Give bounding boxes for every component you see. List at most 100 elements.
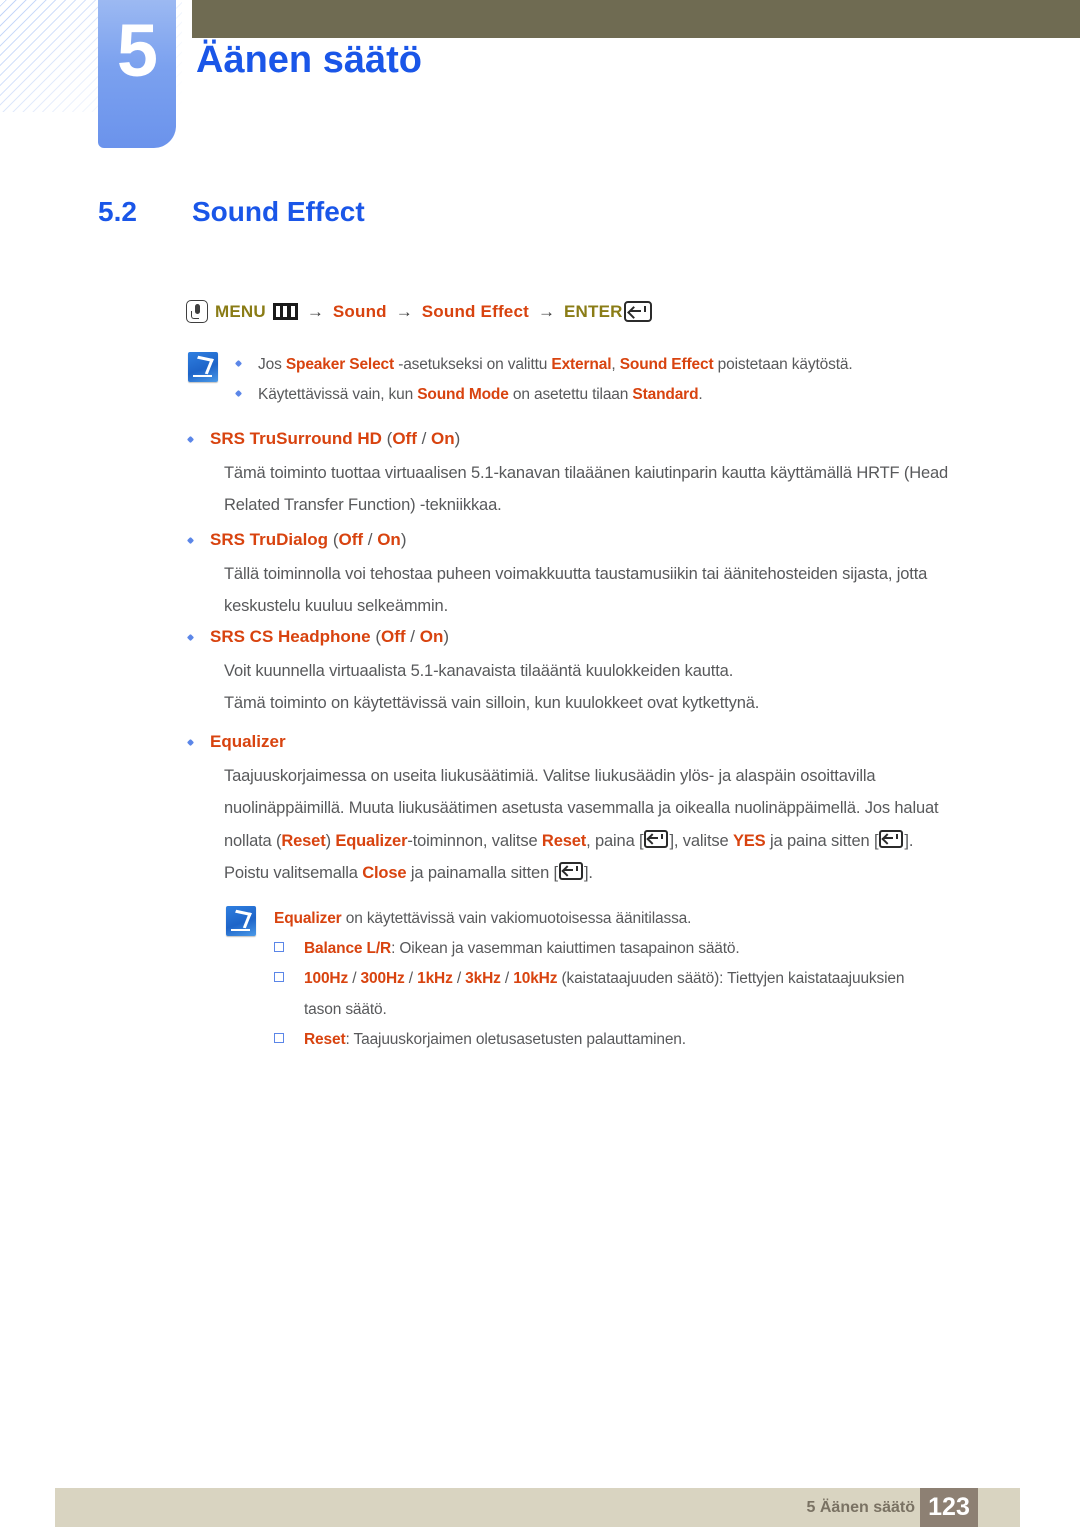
menu-path-enter-label: ENTER <box>563 301 623 321</box>
feature-heading: SRS TruDialog (Off / On) <box>210 529 406 550</box>
eq-text-h: Poistu valitsemalla <box>224 863 363 882</box>
hl-300hz: 300Hz <box>360 970 405 988</box>
eq-text-f: ja paina sitten [ <box>765 831 879 850</box>
enter-key-icon <box>644 829 669 848</box>
menu-path-item-sound: Sound <box>332 301 387 321</box>
feature-heading: SRS TruSurround HD (Off / On) <box>210 428 460 449</box>
note-item-text: Jos Speaker Select -asetukseksi on valit… <box>258 356 853 373</box>
feature-heading-row: SRS TruDialog (Off / On) <box>186 529 1028 550</box>
feature-title: SRS TruSurround HD <box>210 429 382 448</box>
touch-hand-icon <box>186 300 208 323</box>
feature-options: (Off / On) <box>386 429 461 448</box>
feature-description: Voit kuunnella virtuaalista 5.1-kanavais… <box>224 655 1028 719</box>
description-line: Tällä toiminnolla voi tehostaa puheen vo… <box>224 565 928 584</box>
eq-text-a: nollata ( <box>224 831 282 850</box>
menu-path-item-sound-effect: Sound Effect <box>421 301 529 321</box>
bullet-dot <box>234 390 243 398</box>
note-sub-item-text: Reset: Taajuuskorjaimen oletusasetusten … <box>304 1030 686 1048</box>
feature-description: Tällä toiminnolla voi tehostaa puheen vo… <box>224 558 1028 622</box>
hl-balance-lr: Balance L/R <box>304 940 392 958</box>
note-box-bottom: Equalizer on käytettävissä vain vakiomuo… <box>226 904 1036 1055</box>
hl-reset: Reset <box>304 1030 346 1048</box>
feature-heading-row: SRS TruSurround HD (Off / On) <box>186 428 1028 449</box>
hl-1khz: 1kHz <box>417 970 453 988</box>
note-intro-text: Equalizer on käytettävissä vain vakiomuo… <box>274 910 692 927</box>
eq-text-g: ]. <box>904 831 914 850</box>
menu-path-arrow-2: → <box>395 301 413 321</box>
note-sub-item-text: Balance L/R: Oikean ja vasemman kaiuttim… <box>304 940 740 958</box>
hl-sound-mode: Sound Mode <box>417 386 509 404</box>
section-title: Sound Effect <box>192 196 365 227</box>
hl-external: External <box>551 356 612 373</box>
note-sub-item: Reset: Taajuuskorjaimen oletusasetusten … <box>274 1025 904 1055</box>
description-line: Taajuuskorjaimessa on useita liukusäätim… <box>224 767 876 786</box>
menu-grid-icon <box>272 303 298 320</box>
note-box-top-body: Jos Speaker Select -asetukseksi on valit… <box>234 350 853 410</box>
enter-key-icon <box>558 861 583 880</box>
enter-key-icon <box>879 829 904 848</box>
section-number: 5.2 <box>98 196 137 227</box>
hl-3khz: 3kHz <box>465 970 501 988</box>
header-olive-bar <box>192 0 1080 38</box>
feature-srs-trusurround: SRS TruSurround HD (Off / On) Tämä toimi… <box>186 428 1028 522</box>
menu-path: MENU → Sound → Sound Effect → ENTER <box>186 300 652 323</box>
chapter-number: 5 <box>116 9 158 92</box>
menu-path-menu-label: MENU <box>215 301 266 321</box>
hl-yes: YES <box>732 831 766 850</box>
eq-text-d: , paina [ <box>586 831 644 850</box>
hl-equalizer: Equalizer <box>274 910 342 927</box>
hl-reset-1: Reset <box>281 831 326 850</box>
feature-title: SRS CS Headphone <box>210 627 371 646</box>
description-line: Related Transfer Function) -tekniikkaa. <box>224 496 502 515</box>
hl-standard: Standard <box>632 386 699 404</box>
note-box-top: Jos Speaker Select -asetukseksi on valit… <box>188 350 1028 410</box>
note-box-bottom-body: Equalizer on käytettävissä vain vakiomuo… <box>274 904 905 1055</box>
feature-srs-cs-headphone: SRS CS Headphone (Off / On) Voit kuunnel… <box>186 626 1028 720</box>
eq-text-j: ]. <box>583 863 593 882</box>
hl-10khz: 10kHz <box>513 970 558 988</box>
description-line-with-keys: Poistu valitsemalla Close ja painamalla … <box>224 857 1038 889</box>
page-footer: 5 Äänen säätö 123 <box>55 1488 1020 1527</box>
enter-key-icon <box>623 301 652 322</box>
bullet-square <box>274 942 284 953</box>
feature-heading: Equalizer <box>210 731 286 752</box>
note-item-text: Käytettävissä vain, kun Sound Mode on as… <box>258 386 703 404</box>
hl-100hz: 100Hz <box>304 970 349 988</box>
feature-equalizer: Equalizer Taajuuskorjaimessa on useita l… <box>186 731 1038 889</box>
footer-chapter-label: 5 Äänen säätö <box>806 1499 915 1516</box>
feature-description: Tämä toiminto tuottaa virtuaalisen 5.1-k… <box>224 457 1028 521</box>
bullet-dot <box>186 633 195 642</box>
bullet-dot <box>186 536 195 545</box>
hl-sound-effect: Sound Effect <box>619 356 714 373</box>
feature-srs-trudialog: SRS TruDialog (Off / On) Tällä toiminnol… <box>186 529 1028 623</box>
note-pencil-icon <box>226 906 256 936</box>
note-sub-item: Balance L/R: Oikean ja vasemman kaiuttim… <box>274 934 904 964</box>
feature-heading-row: SRS CS Headphone (Off / On) <box>186 626 1028 647</box>
description-line: Voit kuunnella virtuaalista 5.1-kanavais… <box>224 662 734 681</box>
feature-description: Taajuuskorjaimessa on useita liukusäätim… <box>224 760 1038 889</box>
hl-reset-2: Reset <box>541 831 587 850</box>
menu-path-arrow-1: → <box>306 301 324 321</box>
menu-path-arrow-3: → <box>537 301 555 321</box>
note-pencil-icon <box>188 352 218 382</box>
chapter-tab: 5 <box>98 0 176 148</box>
bullet-square <box>274 1032 284 1043</box>
chapter-title: Äänen säätö <box>196 39 422 81</box>
description-line: Tämä toiminto tuottaa virtuaalisen 5.1-k… <box>224 464 949 483</box>
section-heading: 5.2 Sound Effect <box>98 196 1080 228</box>
description-line: nuolinäppäimillä. Muuta liukusäätimen as… <box>224 799 939 818</box>
note-item: Jos Speaker Select -asetukseksi on valit… <box>234 350 853 380</box>
page-content: 5.2 Sound Effect MENU → Sound → Sound Ef… <box>0 196 1080 1048</box>
description-line-with-keys: nollata (Reset) Equalizer-toiminnon, val… <box>224 825 1038 857</box>
footer-page-number: 123 <box>920 1488 978 1527</box>
note-sub-item-text: 100Hz / 300Hz / 1kHz / 3kHz / 10kHz (kai… <box>304 970 905 1018</box>
eq-text-i: ja painamalla sitten [ <box>406 863 558 882</box>
bullet-square <box>274 972 284 983</box>
feature-title: SRS TruDialog <box>210 530 329 549</box>
description-line: keskustelu kuuluu selkeämmin. <box>224 597 449 616</box>
hl-close: Close <box>362 863 407 882</box>
feature-options: (Off / On) <box>332 530 407 549</box>
feature-heading: SRS CS Headphone (Off / On) <box>210 626 449 647</box>
page-header: 5 Äänen säätö <box>0 0 1080 160</box>
note-item: Käytettävissä vain, kun Sound Mode on as… <box>234 380 853 410</box>
